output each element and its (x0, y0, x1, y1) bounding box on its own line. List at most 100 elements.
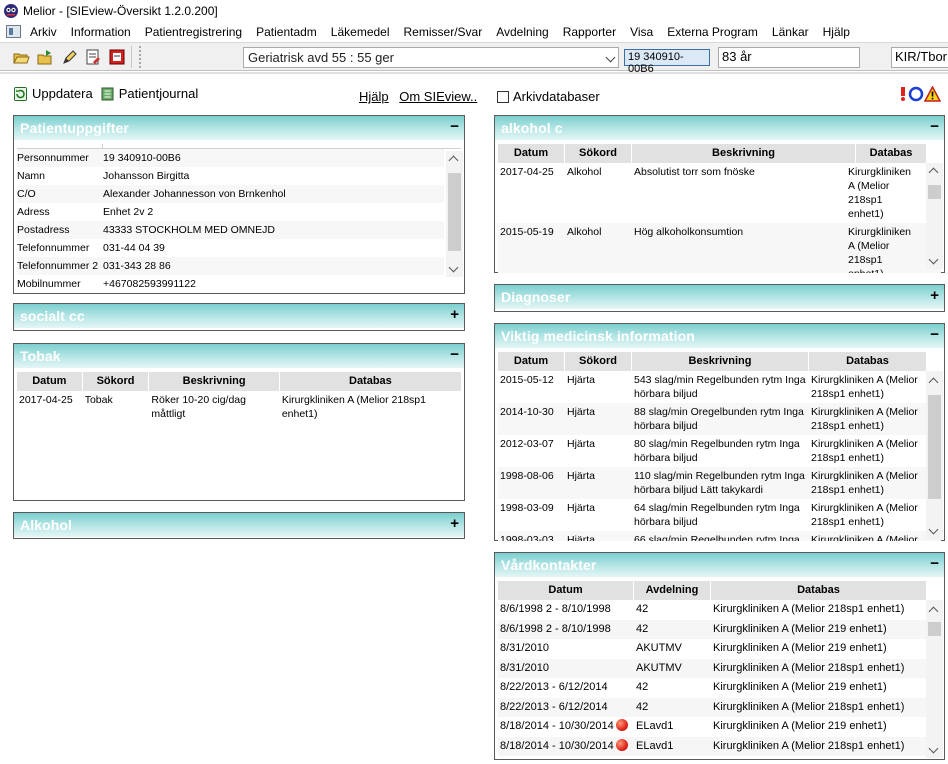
help-link[interactable]: Hjälp (359, 89, 389, 104)
ward-select-value: Geriatrisk avd 55 : 55 ger (248, 50, 394, 65)
field-label: C/O (17, 188, 36, 200)
menu-avdelning[interactable]: Avdelning (496, 25, 549, 39)
menu-patientadm[interactable]: Patientadm (256, 25, 317, 39)
menu-lakemedel[interactable]: Läkemedel (331, 25, 390, 39)
scrollbar[interactable] (926, 163, 943, 269)
toolbar-grip[interactable] (139, 46, 145, 68)
column-header[interactable]: Datum (498, 144, 565, 163)
scroll-up-icon[interactable] (928, 377, 939, 388)
column-header[interactable]: Databas (809, 352, 926, 371)
field-value: Johansson Birgitta (103, 170, 190, 182)
field-label: Telefonnummer 2 (17, 260, 99, 272)
menu-information[interactable]: Information (71, 25, 131, 39)
menu-rapporter[interactable]: Rapporter (563, 25, 616, 39)
cell-datum: 2015-05-19 (500, 226, 554, 238)
about-link[interactable]: Om SIEview.. (399, 89, 477, 104)
alkohol-c-rows: 2017-04-25 Alkohol Absolutist torr som f… (495, 163, 944, 273)
chevron-down-icon[interactable] (605, 52, 616, 63)
folder-arrow-icon[interactable] (36, 48, 54, 66)
scrollbar[interactable] (926, 600, 943, 758)
column-header[interactable]: Datum (498, 581, 634, 600)
scroll-down-icon[interactable] (928, 524, 939, 535)
menu-remisser-svar[interactable]: Remisser/Svar (404, 25, 483, 39)
panel-header: Tobak − (14, 344, 464, 368)
scroll-thumb[interactable] (448, 173, 461, 251)
scroll-up-icon[interactable] (928, 167, 939, 178)
update-button[interactable]: Uppdatera (14, 86, 93, 101)
menu-bar: Arkiv Information Patientregistrering Pa… (0, 22, 948, 43)
unit-field[interactable]: KIR/Tbor (891, 47, 948, 68)
column-header[interactable]: Datum (17, 372, 83, 391)
warning-icon[interactable] (924, 86, 941, 102)
journal-icon (101, 87, 114, 100)
menu-patientregistrering[interactable]: Patientregistrering (145, 25, 242, 39)
archive-databases-checkbox[interactable]: Arkivdatabaser (497, 89, 600, 104)
menu-visa[interactable]: Visa (630, 25, 653, 39)
patient-journal-button[interactable]: Patientjournal (101, 86, 198, 101)
menu-arkiv[interactable]: Arkiv (30, 25, 57, 39)
menu-externa-program[interactable]: Externa Program (667, 25, 758, 39)
panel-medical-info: Viktig medicinsk information − Datum Sök… (494, 323, 945, 541)
column-header[interactable]: Datum (498, 352, 565, 371)
column-header[interactable]: Databas (711, 581, 926, 600)
expand-toggle[interactable]: + (450, 306, 459, 323)
expand-toggle[interactable]: + (450, 515, 459, 532)
column-header[interactable]: Beskrivning (632, 352, 809, 371)
expand-toggle[interactable]: + (930, 287, 939, 304)
column-header[interactable]: Databas (280, 372, 461, 391)
cell-databas: Kirurgkliniken A (Melior 218sp1 enhet1) (811, 406, 918, 432)
scrollbar[interactable] (446, 151, 463, 277)
column-header[interactable]: Beskrivning (632, 144, 856, 163)
cell-databas: Kirurgkliniken A (Melior 218sp1 enhet1) (713, 739, 905, 752)
cell-beskrivning: Röker 10-20 cig/dag måttligt (151, 394, 246, 420)
panel-diagnoser: Diagnoser + (494, 284, 945, 312)
column-header[interactable]: Sökord (83, 372, 150, 391)
cell-sokord: Hjärta (567, 470, 596, 482)
panel-patient-info: Patientuppgifter − Personnummer 19 340910… (13, 115, 465, 294)
cell-beskrivning: 64 slag/min Regelbunden rytm Inga hörbar… (634, 502, 800, 528)
scroll-down-icon[interactable] (928, 743, 939, 754)
table-row: 2017-04-25 Alkohol Absolutist torr som f… (498, 163, 941, 223)
menu-lankar[interactable]: Länkar (772, 25, 809, 39)
red-document-icon[interactable] (108, 48, 126, 66)
scrollbar[interactable] (926, 371, 943, 539)
scroll-down-icon[interactable] (448, 262, 459, 273)
cell-datum: 1998-03-03 (500, 534, 554, 541)
collapse-toggle[interactable]: − (450, 118, 459, 135)
collapse-toggle[interactable]: − (450, 346, 459, 363)
scroll-thumb[interactable] (928, 395, 941, 499)
scroll-up-icon[interactable] (448, 155, 459, 166)
cell-databas: Kirurgkliniken A (Melior 219 enhet1) (713, 720, 887, 732)
scroll-thumb[interactable] (928, 622, 941, 636)
field-label: Mobilnummer (17, 278, 81, 290)
column-header[interactable]: Sökord (565, 352, 632, 371)
table-row: 8/18/2014 - 10/30/2014 ELavd1 Kirurgklin… (498, 717, 941, 737)
scroll-down-icon[interactable] (928, 254, 939, 265)
system-menu-icon[interactable] (6, 25, 21, 38)
ward-select[interactable]: Geriatrisk avd 55 : 55 ger (243, 47, 619, 68)
column-header[interactable]: Beskrivning (149, 372, 280, 391)
column-header[interactable]: Databas (856, 144, 926, 163)
pen-icon[interactable] (60, 48, 78, 66)
column-header[interactable]: Avdelning (634, 581, 711, 600)
collapse-toggle[interactable]: − (930, 555, 939, 572)
list-item: Personnummer 19 340910-00B6 (17, 149, 444, 167)
document-edit-icon[interactable] (84, 48, 102, 66)
cell-datum: 2017-04-25 (19, 394, 73, 406)
exclamation-icon[interactable] (898, 86, 908, 102)
collapse-toggle[interactable]: − (930, 326, 939, 343)
scroll-thumb[interactable] (928, 185, 941, 199)
collapse-toggle[interactable]: − (930, 118, 939, 135)
toolbar: Geriatrisk avd 55 : 55 ger 19 340910-00B… (0, 43, 948, 75)
panel-header: Patientuppgifter − (14, 116, 464, 140)
scroll-up-icon[interactable] (928, 606, 939, 617)
age-field[interactable]: 83 år (718, 47, 860, 68)
table-row: 8/22/2013 - 6/12/2014 42 Kirurgkliniken … (498, 678, 941, 698)
open-folder-icon[interactable] (12, 48, 30, 66)
column-header[interactable]: Sökord (565, 144, 632, 163)
personnummer-field[interactable]: 19 340910-00B6 (624, 49, 710, 75)
archive-checkbox-box[interactable] (497, 90, 509, 103)
info-circle-icon[interactable] (908, 86, 924, 102)
menu-hjalp[interactable]: Hjälp (823, 25, 850, 39)
cell-sokord: Alkohol (567, 226, 602, 238)
